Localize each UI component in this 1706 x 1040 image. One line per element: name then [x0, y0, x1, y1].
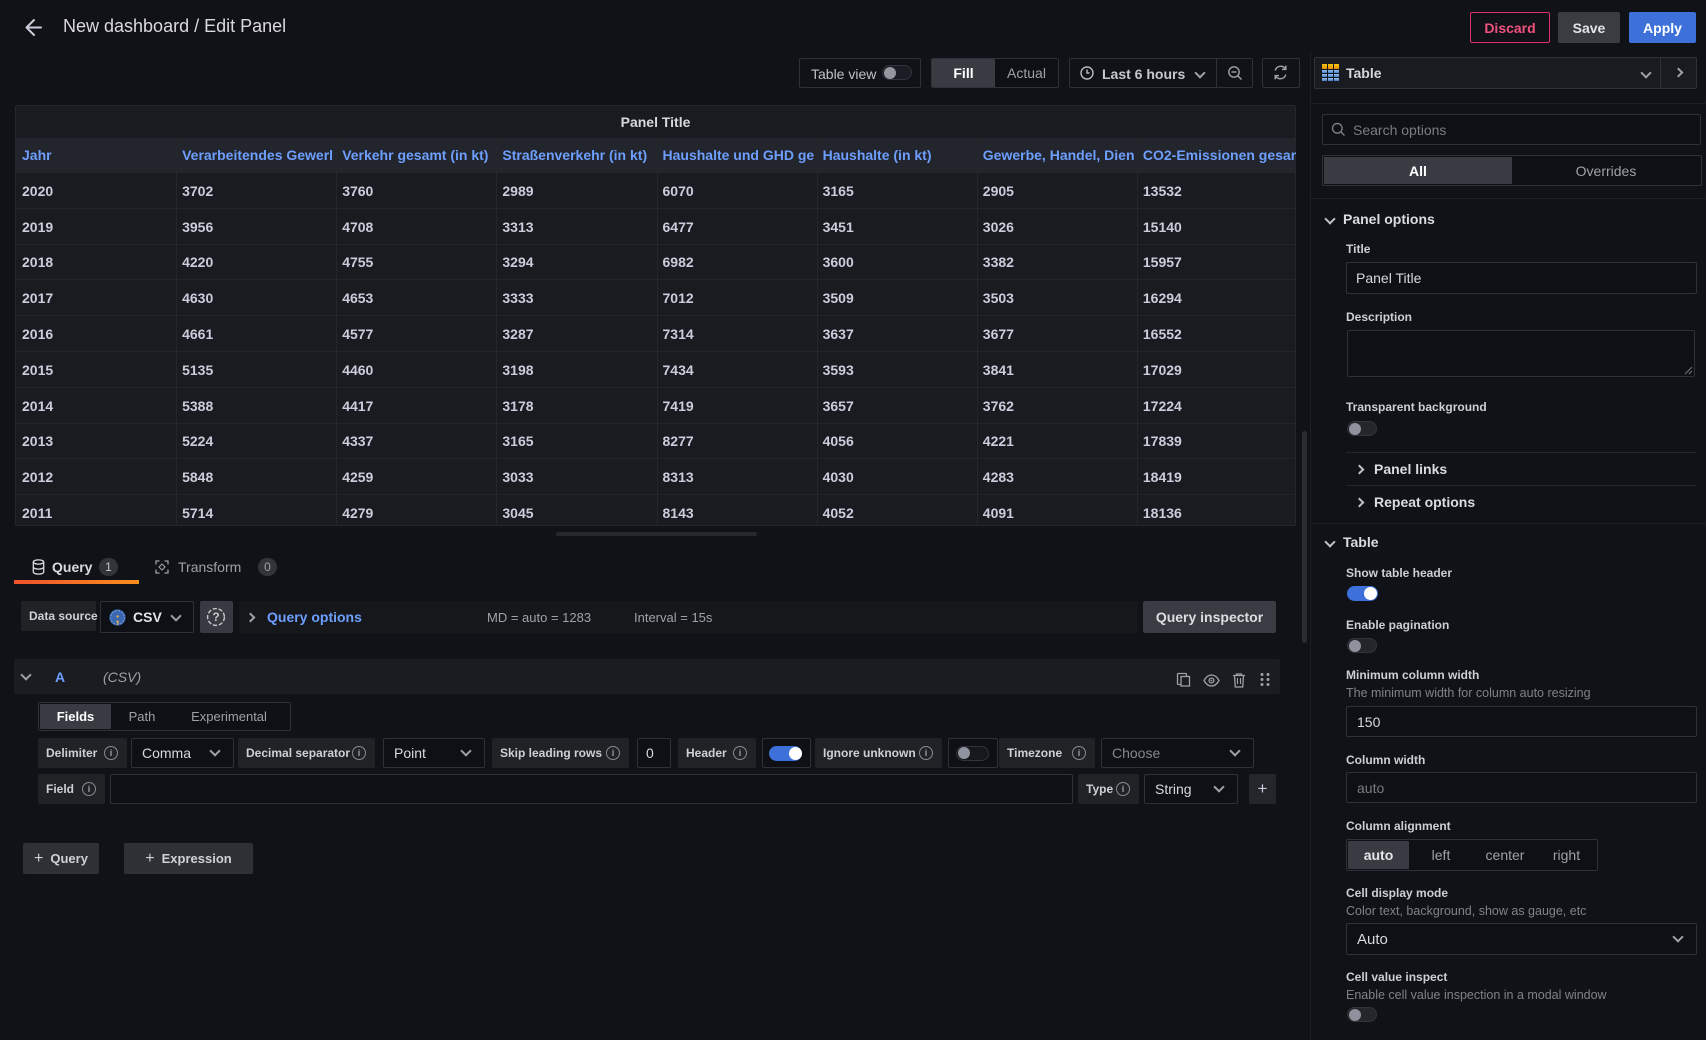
svg-text:;: ;	[115, 610, 120, 626]
svg-text:?: ?	[212, 610, 219, 624]
